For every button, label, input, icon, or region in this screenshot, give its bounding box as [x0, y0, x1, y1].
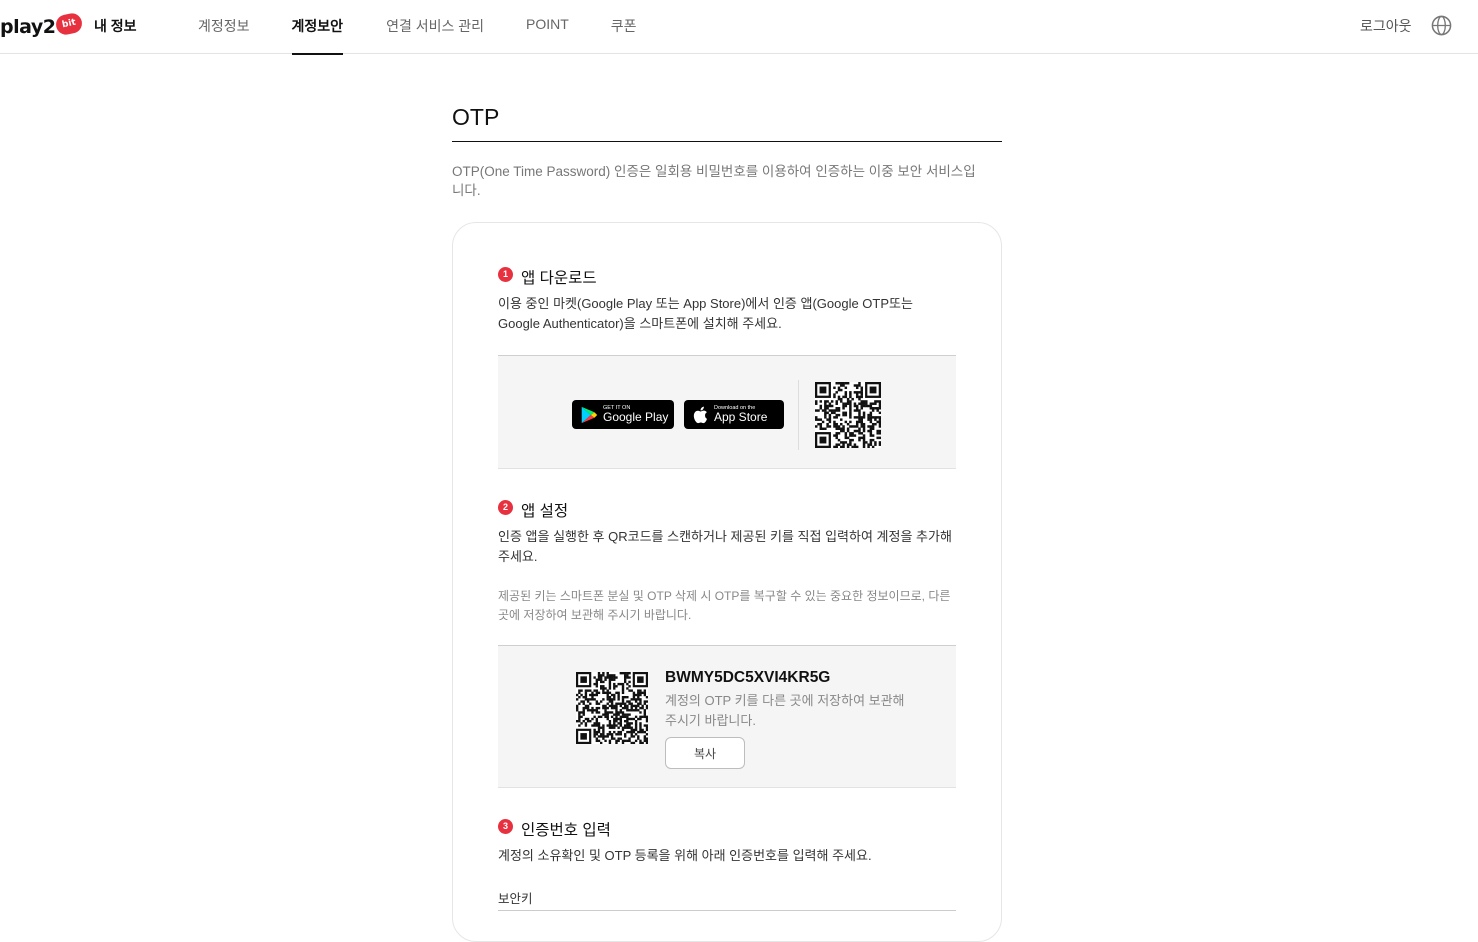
logout-link[interactable]: 로그아웃 — [1360, 16, 1412, 36]
nav-point[interactable]: POINT — [526, 0, 569, 54]
logo-text: play2 — [0, 16, 56, 38]
my-info-title[interactable]: 내 정보 — [94, 16, 137, 36]
step-2-number: 2 — [498, 499, 513, 515]
badge-divider — [798, 380, 799, 450]
app-download-qr-code — [815, 382, 881, 448]
otp-secret-key: BWMY5DC5XVI4KR5G — [665, 669, 831, 686]
otp-intro-text: OTP(One Time Password) 인증은 일회용 비밀번호를 이용하… — [452, 164, 976, 198]
security-key-label: 보안키 — [498, 892, 533, 906]
apple-icon — [693, 406, 708, 423]
title-divider — [452, 141, 1002, 142]
page-title: OTP — [452, 104, 500, 130]
step-3-description: 계정의 소유확인 및 OTP 등록을 위해 아래 인증번호를 입력해 주세요. — [498, 848, 872, 863]
google-play-big-text: Google Play — [603, 410, 669, 424]
app-store-badge[interactable]: Download on the App Store — [684, 400, 784, 429]
logo-badge: bit — [54, 11, 85, 37]
main-nav: 계정정보 계정보안 연결 서비스 관리 POINT 쿠폰 — [198, 0, 637, 55]
google-play-badge[interactable]: GET IT ON Google Play — [572, 400, 674, 429]
step-1-title: 앱 다운로드 — [521, 270, 597, 287]
app-store-big-text: App Store — [714, 410, 768, 424]
step-3-number: 3 — [498, 818, 513, 834]
step-2-heading: 2 앱 설정 — [498, 499, 568, 521]
step-1-number: 1 — [498, 266, 513, 282]
otp-qr-code — [576, 672, 648, 744]
nav-account-security[interactable]: 계정보안 — [291, 0, 343, 55]
step-3-heading: 3 인증번호 입력 — [498, 818, 611, 840]
step-2-description: 인증 앱을 실행한 후 QR코드를 스캔하거나 제공된 키를 직접 입력하여 계… — [498, 529, 952, 564]
play2bit-logo[interactable]: play2 bit — [0, 11, 85, 42]
nav-coupon[interactable]: 쿠폰 — [611, 0, 637, 54]
step-1-heading: 1 앱 다운로드 — [498, 266, 597, 288]
globe-icon[interactable] — [1431, 15, 1452, 36]
google-play-icon — [581, 406, 598, 423]
nav-connected-services[interactable]: 연결 서비스 관리 — [386, 0, 484, 54]
security-key-input[interactable] — [498, 910, 956, 911]
step-2-title: 앱 설정 — [521, 503, 569, 520]
top-header: play2 bit 내 정보 계정정보 계정보안 연결 서비스 관리 POINT… — [0, 0, 1478, 55]
step-3-title: 인증번호 입력 — [521, 822, 611, 839]
copy-button[interactable]: 복사 — [665, 737, 745, 769]
nav-account-info[interactable]: 계정정보 — [198, 0, 250, 54]
step-2-note: 제공된 키는 스마트폰 분실 및 OTP 삭제 시 OTP를 복구할 수 있는 … — [498, 589, 951, 622]
otp-key-note: 계정의 OTP 키를 다른 곳에 저장하여 보관해 주시기 바랍니다. — [665, 693, 905, 728]
step-1-description: 이용 중인 마켓(Google Play 또는 App Store)에서 인증 … — [498, 296, 913, 331]
